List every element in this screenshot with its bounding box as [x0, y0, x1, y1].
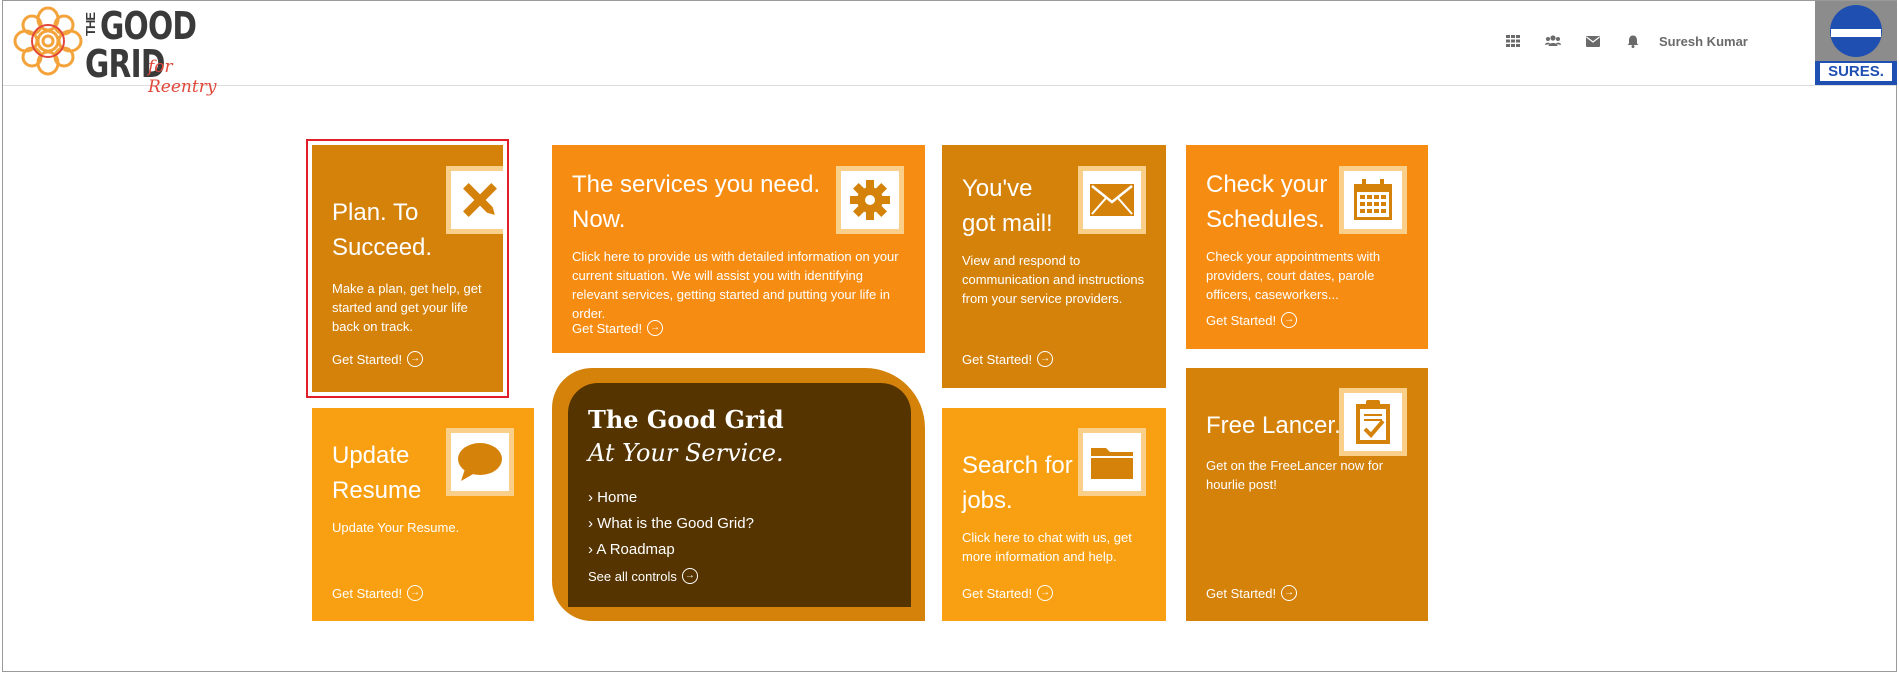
mail-icon[interactable] — [1573, 31, 1613, 51]
tile-freelancer[interactable]: Free Lancer. Get on the FreeLancer now f… — [1186, 368, 1428, 621]
users-icon[interactable] — [1533, 31, 1573, 51]
tile-mail-desc: View and respond to communication and in… — [962, 253, 1145, 306]
tile-freelancer-iconbox — [1339, 388, 1407, 456]
tile-resume-desc: Update Your Resume. — [332, 520, 460, 535]
tile-mail-get-started[interactable]: Get Started! → — [962, 351, 1054, 367]
envelope-icon — [1090, 184, 1134, 216]
app-frame: THE GOOD GRID for Reentry Suresh Kumar S… — [2, 0, 1897, 672]
logo-tagline: for Reentry — [148, 57, 217, 97]
arrow-right-icon: → — [407, 585, 424, 601]
arrow-right-icon: → — [1281, 585, 1298, 601]
tile-schedules-get-started[interactable]: Get Started! → — [1206, 312, 1298, 328]
tile-mail[interactable]: You've got mail! View and respond to com… — [942, 145, 1166, 388]
tile-services-desc: Click here to provide us with detailed i… — [572, 249, 899, 321]
tile-freelancer-title: Free Lancer. — [1206, 412, 1341, 439]
tile-services-title: The services you need. Now. — [572, 171, 821, 233]
tile-jobs-iconbox — [1078, 428, 1146, 496]
service-panel-links: › Home › What is the Good Grid? › A Road… — [588, 485, 754, 563]
tile-schedules-iconbox — [1339, 166, 1407, 234]
service-panel-subtitle: At Your Service. — [588, 439, 784, 467]
tile-schedules-desc: Check your appointments with providers, … — [1206, 249, 1381, 302]
avatar-label: SURES. — [1828, 63, 1884, 80]
arrow-right-icon: → — [1037, 351, 1054, 367]
logo-good-text: GOOD — [100, 4, 197, 48]
logo-the-text: THE — [83, 13, 98, 36]
good-grid-logo[interactable]: THE GOOD GRID for Reentry — [12, 4, 232, 97]
link-roadmap[interactable]: › A Roadmap — [588, 537, 754, 563]
tile-resume-get-started[interactable]: Get Started! → — [332, 585, 424, 601]
see-all-controls-link[interactable]: See all controls → — [588, 568, 698, 584]
tile-mail-title: You've got mail! — [962, 175, 1053, 237]
link-what-is-good-grid[interactable]: › What is the Good Grid? — [588, 511, 754, 537]
tile-jobs-get-started[interactable]: Get Started! → — [962, 585, 1054, 601]
user-avatar[interactable]: SURES. — [1815, 1, 1897, 85]
tile-resume-iconbox — [446, 428, 514, 496]
tile-jobs-desc: Click here to chat with us, get more inf… — [962, 530, 1132, 564]
arrow-right-icon: → — [647, 320, 664, 336]
tile-freelancer-get-started[interactable]: Get Started! → — [1206, 585, 1298, 601]
calendar-icon — [1354, 179, 1392, 220]
speech-bubble-icon — [458, 443, 502, 481]
apps-grid-icon[interactable] — [1493, 31, 1533, 51]
tile-jobs[interactable]: Search for jobs. Click here to chat with… — [942, 408, 1166, 621]
tile-services-get-started[interactable]: Get Started! → — [572, 320, 664, 336]
link-home[interactable]: › Home — [588, 485, 754, 511]
tile-schedules-title: Check your Schedules. — [1206, 171, 1328, 233]
selection-highlight — [306, 139, 509, 398]
tile-jobs-title: Search for jobs. — [962, 452, 1073, 514]
bell-icon[interactable] — [1613, 31, 1653, 51]
gear-icon — [850, 180, 890, 220]
flower-logo-icon — [13, 6, 83, 76]
arrow-right-icon: → — [681, 568, 698, 584]
tile-schedules[interactable]: Check your Schedules. Check your appoint… — [1186, 145, 1428, 349]
tile-freelancer-desc: Get on the FreeLancer now for hourlie po… — [1206, 458, 1384, 492]
clipboard-check-icon — [1356, 400, 1390, 444]
top-nav: Suresh Kumar — [1493, 31, 1748, 51]
service-panel: The Good Grid At Your Service. › Home › … — [568, 383, 911, 607]
tile-services[interactable]: The services you need. Now. Click here t… — [552, 145, 925, 353]
arrow-right-icon: → — [1281, 312, 1298, 328]
top-header: THE GOOD GRID for Reentry Suresh Kumar S… — [3, 1, 1897, 97]
user-name-link[interactable]: Suresh Kumar — [1659, 34, 1748, 49]
tile-services-iconbox — [836, 166, 904, 234]
service-panel-title: The Good Grid — [588, 405, 784, 434]
arrow-right-icon: → — [1037, 585, 1054, 601]
tile-resume-title: Update Resume — [332, 442, 422, 504]
folder-icon — [1091, 448, 1133, 479]
tile-resume[interactable]: Update Resume Update Your Resume. Get St… — [312, 408, 534, 621]
tile-mail-iconbox — [1078, 166, 1146, 234]
